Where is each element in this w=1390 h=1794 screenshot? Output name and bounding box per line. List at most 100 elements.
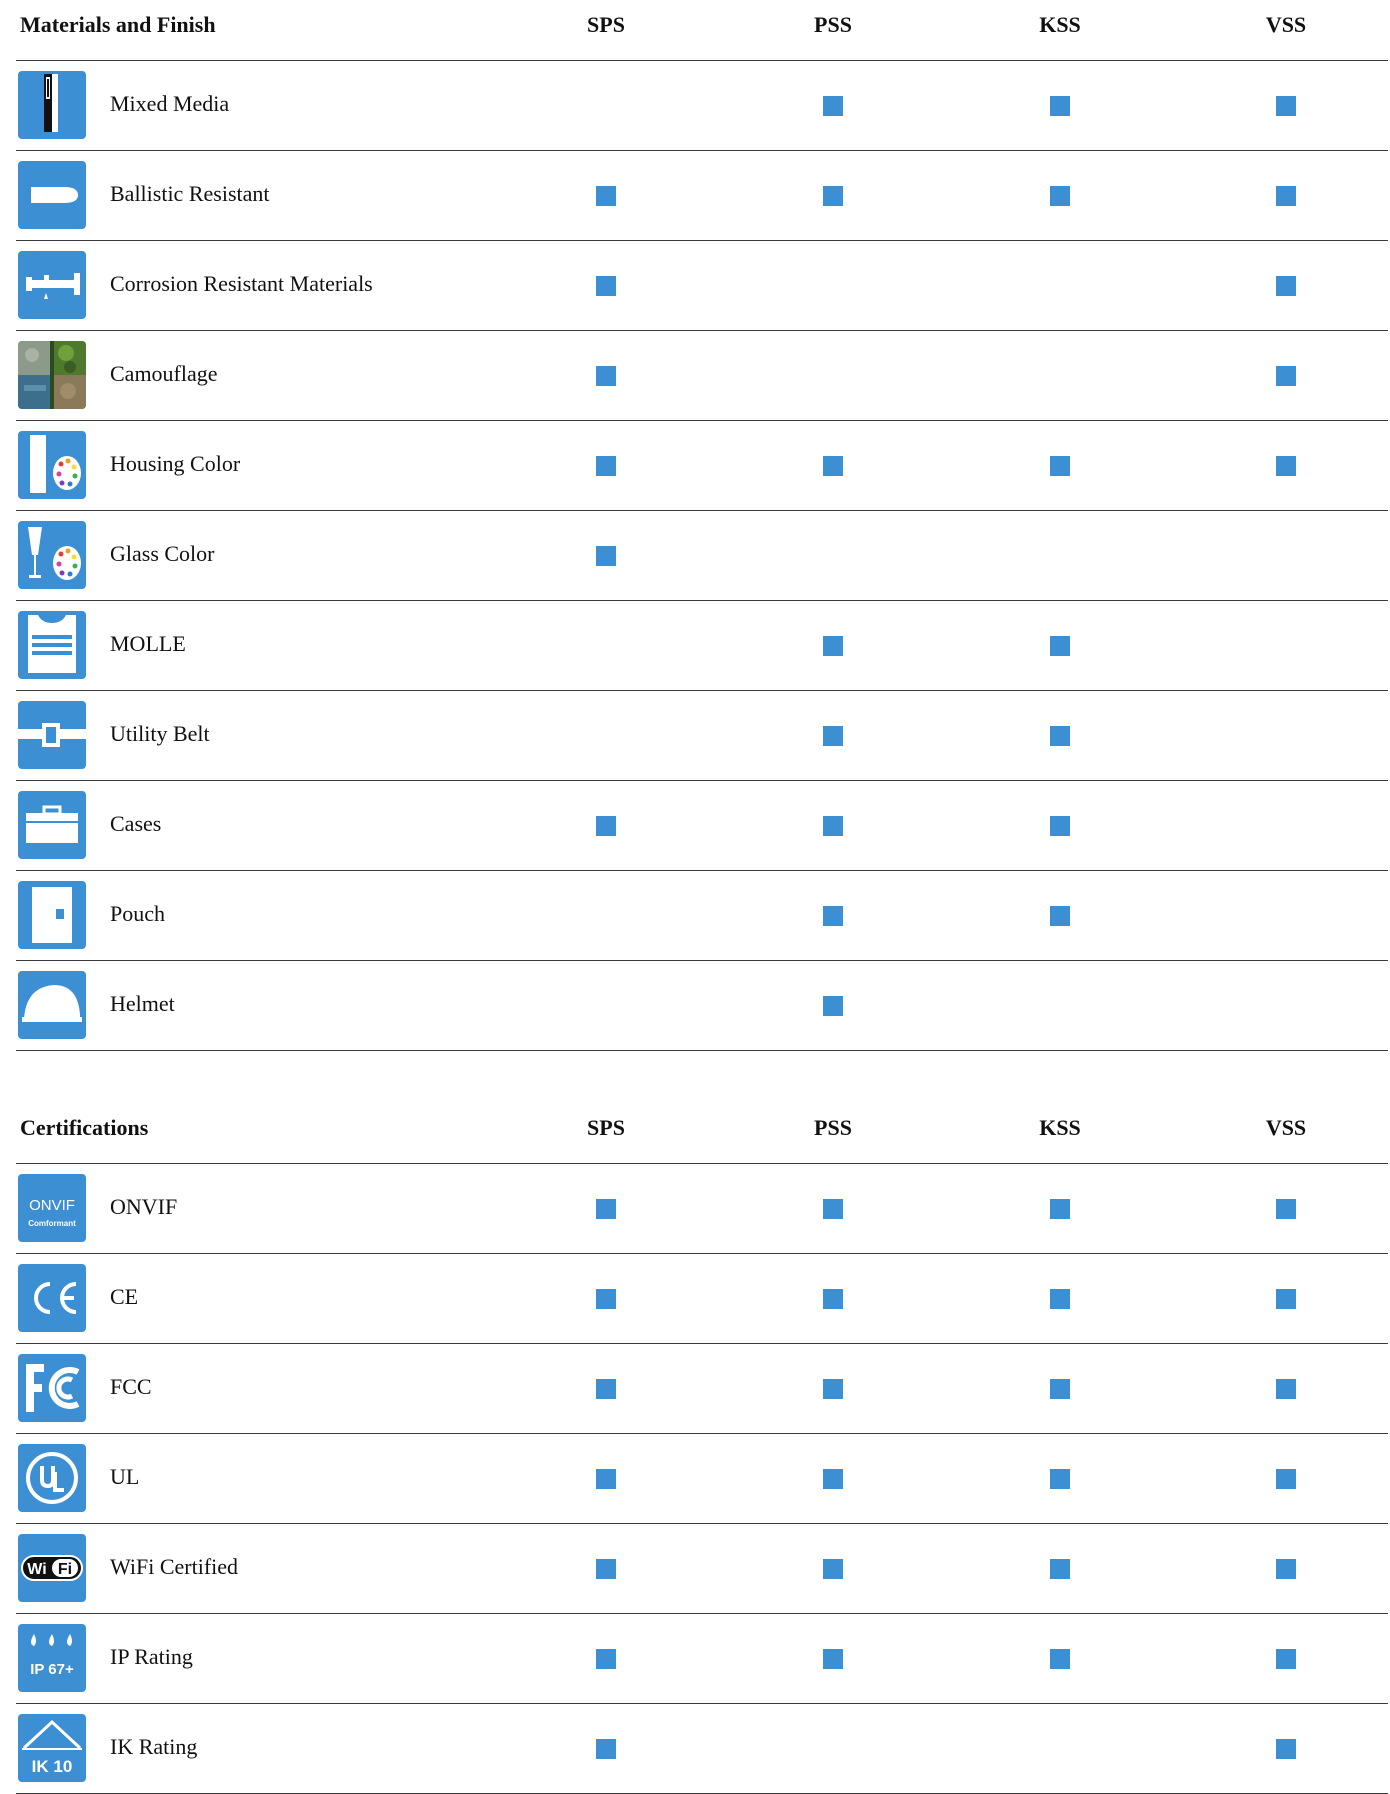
svg-text:Fi: Fi [58,1561,72,1578]
svg-text:IP 67+: IP 67+ [30,1661,74,1678]
row-label: WiFi Certified [110,1554,239,1579]
row-label: IP Rating [110,1644,193,1669]
table-row-onvif: ONVIF Comformant ONVIF [16,1164,1388,1254]
check-mark [1276,276,1296,296]
check-mark [1276,186,1296,206]
table-row-cases: Cases [16,781,1388,871]
helmet-icon [18,971,86,1039]
certifications-table: Certifications SPS PSS KSS VSS ONVIF Comf… [16,1103,1388,1794]
ik-rating-icon: IK 10 [18,1714,86,1782]
table-row-ul: UL [16,1434,1388,1524]
column-header-pss: PSS [814,12,852,37]
row-label: Glass Color [110,541,215,566]
check-mark [596,456,616,476]
table-row-mixed-media: Mixed Media [16,61,1388,151]
row-label: Camouflage [110,361,218,386]
check-mark [596,1739,616,1759]
check-mark [1276,1379,1296,1399]
table-row-utility-belt: Utility Belt [16,691,1388,781]
check-mark [1276,1469,1296,1489]
column-header-vss: VSS [1265,1115,1307,1140]
check-mark [823,636,843,656]
check-mark [823,186,843,206]
check-mark [1050,636,1070,656]
row-label: MOLLE [110,631,186,656]
check-mark [596,1199,616,1219]
check-mark [1050,1289,1070,1309]
table-row-ballistic-resistant: Ballistic Resistant [16,151,1388,241]
case-icon [18,791,86,859]
faucet-drip-icon [18,251,86,319]
check-mark [1276,1289,1296,1309]
row-label: Pouch [110,901,165,926]
check-mark [1050,906,1070,926]
table-row-pouch: Pouch [16,871,1388,961]
certifications-title: Certifications [20,1115,149,1140]
table-row-helmet: Helmet [16,961,1388,1051]
check-mark [596,546,616,566]
glass-palette-icon [18,521,86,589]
row-label: Utility Belt [110,721,210,746]
check-mark [596,1559,616,1579]
check-mark [596,1469,616,1489]
column-header-kss: KSS [1039,1115,1081,1140]
check-mark [823,1559,843,1579]
housing-palette-icon [18,431,86,499]
ul-logo-icon [18,1444,86,1512]
table-row-molle: MOLLE [16,601,1388,691]
row-label: Housing Color [110,451,241,476]
check-mark [596,816,616,836]
row-label: IK Rating [110,1734,198,1759]
check-mark [1050,1559,1070,1579]
row-label: Cases [110,811,162,836]
check-mark [1050,1649,1070,1669]
bullet-icon [18,161,86,229]
check-mark [1276,1559,1296,1579]
table-row-ce: CE [16,1254,1388,1344]
column-header-kss: KSS [1039,12,1081,37]
check-mark [1276,1649,1296,1669]
check-mark [1276,96,1296,116]
row-label: Corrosion Resistant Materials [110,271,373,296]
table-row-ip-rating: IP 67+ IP Rating [16,1614,1388,1704]
check-mark [1050,726,1070,746]
check-mark [823,906,843,926]
wifi-logo-icon: Wi Fi [18,1534,86,1602]
pouch-icon [18,881,86,949]
svg-text:IK 10: IK 10 [32,1757,73,1776]
check-mark [596,1649,616,1669]
check-mark [823,1469,843,1489]
check-mark [1050,816,1070,836]
camouflage-photo-icon [18,341,86,409]
materials-table: Materials and Finish SPS PSS KSS VSS Mix… [16,0,1388,1051]
check-mark [823,96,843,116]
check-mark [1276,1199,1296,1219]
materials-header-row: Materials and Finish SPS PSS KSS VSS [16,0,1388,61]
check-mark [596,186,616,206]
mixed-media-icon [18,71,86,139]
fcc-logo-icon [18,1354,86,1422]
column-header-sps: SPS [587,12,625,37]
svg-text:Wi: Wi [27,1561,46,1578]
check-mark [596,366,616,386]
molle-vest-icon [18,611,86,679]
column-header-sps: SPS [587,1115,625,1140]
check-mark [823,726,843,746]
check-mark [1050,1469,1070,1489]
table-row-corrosion-resistant: Corrosion Resistant Materials [16,241,1388,331]
check-mark [823,1289,843,1309]
table-row-housing-color: Housing Color [16,421,1388,511]
check-mark [823,816,843,836]
check-mark [596,276,616,296]
row-label: Helmet [110,991,175,1016]
check-mark [1050,1199,1070,1219]
row-label: UL [110,1464,140,1489]
column-header-vss: VSS [1265,12,1307,37]
row-label: Mixed Media [110,91,230,116]
table-row-camouflage: Camouflage [16,331,1388,421]
check-mark [823,1649,843,1669]
check-mark [823,1199,843,1219]
check-mark [1276,1739,1296,1759]
check-mark [596,1379,616,1399]
utility-belt-icon [18,701,86,769]
